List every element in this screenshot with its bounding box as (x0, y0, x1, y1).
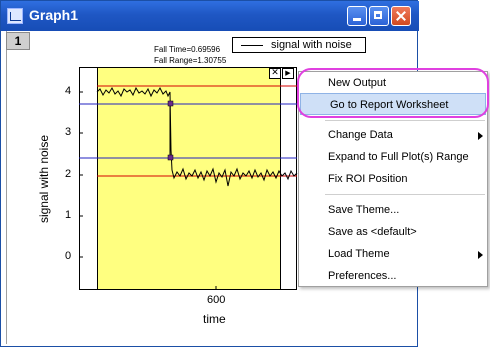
menu-item-preferences[interactable]: Preferences... (299, 265, 487, 287)
roi-close-icon[interactable]: ✕ (269, 68, 281, 79)
legend[interactable]: signal with noise (232, 37, 366, 53)
y-tick-label: 4 (65, 85, 72, 97)
menu-item-label: Preferences... (328, 270, 397, 282)
legend-line-sample (241, 45, 263, 46)
y-tick-label: 1 (65, 209, 72, 221)
x-tick-label: 600 (207, 294, 226, 306)
highlight-annotation (297, 68, 489, 118)
menu-item-label: Load Theme (328, 248, 390, 260)
fall-range-label: Fall Range=1.30755 (154, 56, 227, 65)
fall-start-marker[interactable] (167, 100, 174, 107)
menu-item-fix-roi-position[interactable]: Fix ROI Position (299, 168, 487, 190)
fall-time-label: Fall Time=0.69596 (154, 45, 221, 54)
menu-separator (325, 120, 485, 121)
submenu-arrow-icon (478, 132, 483, 140)
y-axis-title: signal with noise (37, 134, 51, 224)
menu-item-expand-full-range[interactable]: Expand to Full Plot(s) Range (299, 146, 487, 168)
menu-item-save-as-default[interactable]: Save as <default> (299, 221, 487, 243)
menu-item-label: Fix ROI Position (328, 173, 408, 185)
y-tick-label: 3 (65, 126, 72, 138)
x-axis-title: time (203, 312, 226, 326)
menu-item-save-theme[interactable]: Save Theme... (299, 199, 487, 221)
menu-item-change-data[interactable]: Change Data (299, 124, 487, 146)
menu-item-label: Save Theme... (328, 204, 400, 216)
menu-item-label: Expand to Full Plot(s) Range (328, 151, 469, 163)
legend-label: signal with noise (271, 39, 352, 51)
y-tick-label: 0 (65, 250, 72, 262)
fall-end-marker[interactable] (167, 154, 174, 161)
submenu-arrow-icon (478, 251, 483, 259)
signal-trace (96, 86, 298, 187)
menu-separator (325, 194, 485, 195)
y-tick-label: 2 (65, 168, 72, 180)
roi-menu-arrow-icon[interactable]: ▶ (282, 68, 294, 79)
menu-item-load-theme[interactable]: Load Theme (299, 243, 487, 265)
menu-item-label: Save as <default> (328, 226, 417, 238)
menu-item-label: Change Data (328, 129, 393, 141)
